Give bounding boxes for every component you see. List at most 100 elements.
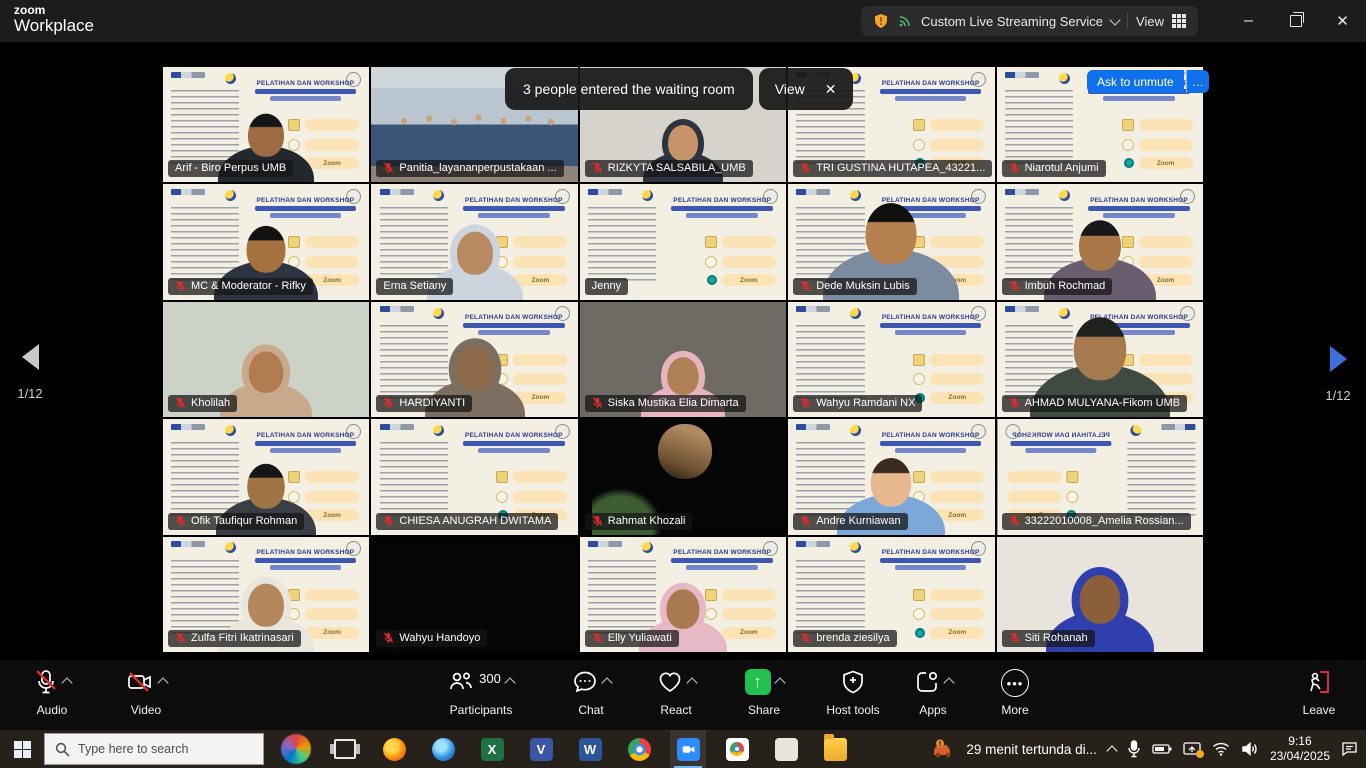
participant-tile[interactable]: PELATIHAN DAN WORKSHOPZoomAndre Kurniawa…: [788, 419, 994, 534]
previous-page-arrow-icon[interactable]: [22, 344, 39, 370]
participant-tile[interactable]: PELATIHAN DAN WORKSHOPZoomErna Setiany: [371, 184, 577, 299]
participant-tile[interactable]: PELATIHAN DAN WORKSHOPZoomJenny: [580, 184, 786, 299]
audio-button[interactable]: Audio: [8, 669, 96, 717]
participant-name: Siti Rohanah: [1002, 630, 1095, 647]
taskbar-app-swirl[interactable]: [278, 730, 314, 768]
poster-logo-circle: [433, 190, 444, 201]
chevron-down-icon[interactable]: [1109, 14, 1120, 25]
participant-tile[interactable]: PELATIHAN DAN WORKSHOPZoomArif - Biro Pe…: [163, 67, 369, 182]
close-button[interactable]: ✕: [1319, 0, 1366, 42]
live-streaming-pill[interactable]: Custom Live Streaming Service View: [861, 6, 1198, 36]
chat-icon: [572, 669, 598, 695]
participant-tile[interactable]: PELATIHAN DAN WORKSHOPZoombrenda ziesily…: [788, 537, 994, 652]
participant-tile[interactable]: PELATIHAN DAN WORKSHOPZoomZulfa Fitri Ik…: [163, 537, 369, 652]
host-tools-button[interactable]: Host tools: [809, 669, 897, 717]
next-page-arrow-icon[interactable]: [1330, 346, 1347, 372]
tray-wifi-icon[interactable]: [1212, 742, 1230, 756]
clock-time: 9:16: [1270, 734, 1330, 749]
taskbar-search-input[interactable]: Type here to search: [44, 733, 264, 765]
participant-tile[interactable]: Kholilah: [163, 302, 369, 417]
tray-mic-icon[interactable]: [1127, 740, 1141, 758]
poster-logo-circle: [850, 542, 861, 553]
poster-title-block: PELATIHAN DAN WORKSHOP: [248, 432, 364, 453]
taskbar-app-zoom[interactable]: [670, 730, 706, 768]
calendar-icon: [913, 354, 925, 366]
video-button[interactable]: Video: [102, 669, 190, 717]
taskbar-clock[interactable]: 9:16 23/04/2025: [1270, 734, 1330, 764]
apps-button[interactable]: Apps: [889, 669, 977, 717]
participant-tile[interactable]: PELATIHAN DAN WORKSHOPZoom33222010008_Am…: [997, 419, 1203, 534]
share-caret[interactable]: [774, 677, 785, 688]
chat-caret[interactable]: [601, 677, 612, 688]
participant-tile[interactable]: PELATIHAN DAN WORKSHOPZoomAHMAD MULYANA-…: [997, 302, 1203, 417]
tray-battery-icon[interactable]: [1152, 743, 1172, 755]
participants-button[interactable]: 300 Participants: [437, 669, 525, 717]
apps-caret[interactable]: [943, 677, 954, 688]
participant-tile[interactable]: PELATIHAN DAN WORKSHOPZoomOfik Taufiqur …: [163, 419, 369, 534]
tray-expand-icon[interactable]: [1106, 745, 1117, 756]
video-off-icon: [126, 669, 154, 695]
leave-button[interactable]: Leave: [1275, 669, 1363, 717]
taskbar-app-visio[interactable]: V: [523, 730, 559, 768]
clock-icon: [705, 256, 717, 268]
participant-tile[interactable]: Wahyu Handoyo: [371, 537, 577, 652]
poster-text-lines: [1005, 90, 1073, 164]
participant-tile[interactable]: Rahmat Khozali: [580, 419, 786, 534]
tray-screenshare-icon[interactable]: [1183, 742, 1201, 756]
chat-button[interactable]: Chat: [547, 669, 635, 717]
audio-options-caret[interactable]: [61, 677, 72, 688]
taskbar-app-chrome[interactable]: [621, 730, 657, 768]
view-menu-button[interactable]: View: [1136, 14, 1164, 29]
participant-name: 33222010008_Amelia Rossian...: [1002, 513, 1191, 530]
start-button[interactable]: [0, 730, 44, 768]
next-page-control[interactable]: 1/12: [1316, 346, 1360, 403]
taskbar-app-task-view[interactable]: [327, 730, 363, 768]
participants-caret[interactable]: [504, 677, 515, 688]
participant-name: CHIESA ANUGRAH DWITAMA: [376, 513, 558, 530]
taskbar-app-edge[interactable]: [425, 730, 461, 768]
participant-tile[interactable]: PELATIHAN DAN WORKSHOPZoomElly Yuliawati: [580, 537, 786, 652]
toast-close-icon[interactable]: ✕: [825, 81, 837, 98]
participant-more-button[interactable]: …: [1186, 70, 1209, 93]
poster-title: PELATIHAN DAN WORKSHOP: [248, 549, 364, 556]
poster-title-block: PELATIHAN DAN WORKSHOP: [456, 314, 572, 335]
participant-tile[interactable]: PELATIHAN DAN WORKSHOPZoomMC & Moderator…: [163, 184, 369, 299]
taskbar-app-firefox[interactable]: [376, 730, 412, 768]
zoom-workplace-logo: zoom Workplace: [14, 4, 94, 34]
taskbar-app-chrome-light[interactable]: [719, 730, 755, 768]
clock-icon: [1122, 139, 1134, 151]
title-bar: zoom Workplace Custom Live Streaming Ser…: [0, 0, 1366, 42]
taskbar-app-word[interactable]: W: [572, 730, 608, 768]
participant-tile[interactable]: PELATIHAN DAN WORKSHOPZoomWahyu Ramdani …: [788, 302, 994, 417]
video-options-caret[interactable]: [157, 677, 168, 688]
more-button[interactable]: ••• More: [971, 669, 1059, 717]
muted-mic-icon: [1009, 162, 1020, 174]
participant-tile[interactable]: PELATIHAN DAN WORKSHOPZoomDede Muksin Lu…: [788, 184, 994, 299]
grid-view-icon[interactable]: [1172, 14, 1186, 28]
tray-notification[interactable]: 29 menit tertunda di...: [931, 739, 1097, 759]
react-caret[interactable]: [686, 677, 697, 688]
participant-tile[interactable]: Siska Mustika Elia Dimarta: [580, 302, 786, 417]
participant-tile[interactable]: Siti Rohanah: [997, 537, 1203, 652]
toast-view-button[interactable]: View: [775, 81, 805, 97]
taskbar-app-excel[interactable]: X: [474, 730, 510, 768]
participant-tile[interactable]: PELATIHAN DAN WORKSHOPZoomHARDIYANTI: [371, 302, 577, 417]
minimize-button[interactable]: –: [1225, 0, 1272, 42]
more-ellipsis-icon: •••: [1001, 669, 1029, 697]
ask-to-unmute-button[interactable]: Ask to unmute: [1087, 70, 1184, 93]
participant-name: Kholilah: [168, 395, 237, 412]
taskbar-app-explorer[interactable]: [817, 730, 853, 768]
action-center-icon[interactable]: [1341, 741, 1358, 757]
participant-tile[interactable]: PELATIHAN DAN WORKSHOPZoomImbuh Rochmad: [997, 184, 1203, 299]
restore-button[interactable]: [1272, 0, 1319, 42]
react-button[interactable]: React: [632, 669, 720, 717]
taskbar-app-app-light[interactable]: [768, 730, 804, 768]
participant-name: RIZKYTA SALSABILA_UMB: [585, 160, 753, 177]
share-button[interactable]: ↑ Share: [720, 669, 808, 717]
poster-logos: [1005, 72, 1039, 78]
previous-page-control[interactable]: 1/12: [8, 344, 52, 401]
participant-name: Panitia_layananperpustakaan ...: [376, 160, 563, 177]
participant-name: Wahyu Ramdani NX: [793, 395, 922, 412]
participant-tile[interactable]: PELATIHAN DAN WORKSHOPZoomCHIESA ANUGRAH…: [371, 419, 577, 534]
tray-volume-icon[interactable]: [1241, 742, 1259, 756]
